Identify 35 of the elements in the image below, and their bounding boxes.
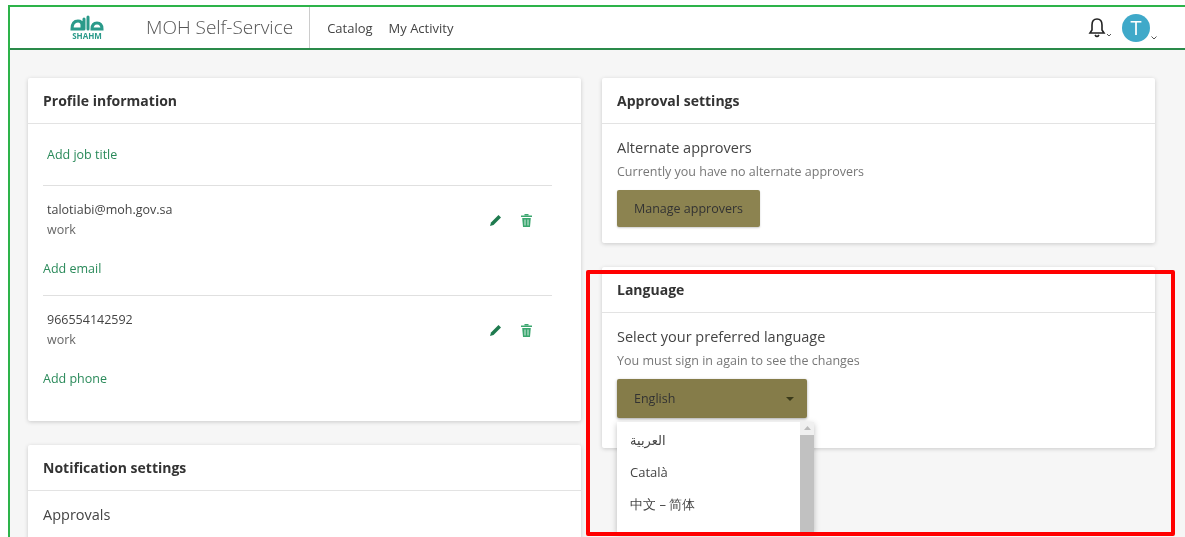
delete-icon[interactable]: [521, 323, 532, 337]
logo-caption: SHAHM: [72, 31, 102, 40]
section-heading: Approvals: [43, 505, 112, 524]
add-link[interactable]: Add phone: [43, 350, 552, 405]
notifications-button[interactable]: [1086, 16, 1114, 39]
language-option[interactable]: 中文 – 简体: [617, 489, 800, 521]
add-job-title-link[interactable]: Add job title: [43, 138, 552, 186]
hint-text: Currently you have no alternate approvers: [617, 163, 866, 180]
manage-approvers-button[interactable]: Manage approvers: [617, 190, 761, 227]
language-option[interactable]: العربية: [617, 425, 800, 457]
add-link[interactable]: Add email: [43, 240, 552, 295]
card-title: Notification settings: [28, 445, 581, 491]
edit-icon[interactable]: [489, 323, 503, 337]
contact-value: 966554142592: [47, 310, 134, 330]
app-title: MOH Self-Service: [134, 7, 311, 48]
caret-icon: [786, 396, 794, 401]
contact-value: talotiabi@moh.gov.sa: [47, 200, 174, 220]
card-title: Profile information: [28, 78, 581, 124]
card-title: Approval settings: [602, 78, 1155, 124]
nav-link[interactable]: My Activity: [388, 18, 454, 37]
contact-type: work: [47, 220, 77, 240]
scroll-up-icon[interactable]: [803, 426, 811, 430]
language-option[interactable]: Català: [617, 457, 800, 489]
hint-text: You must sign in again to see the changes: [617, 352, 861, 369]
caret-icon: [1151, 35, 1157, 40]
language-dropdown[interactable]: English: [617, 379, 807, 418]
section-heading: Select your preferred language: [617, 327, 827, 346]
delete-icon[interactable]: [521, 213, 532, 227]
edit-icon[interactable]: [489, 213, 503, 227]
card-title: Language: [602, 267, 1155, 313]
section-heading: Alternate approvers: [617, 138, 753, 157]
contact-type: work: [47, 330, 77, 350]
logo-icon: [70, 15, 104, 31]
nav-link[interactable]: Catalog: [327, 18, 373, 37]
scrollbar[interactable]: [800, 422, 814, 532]
